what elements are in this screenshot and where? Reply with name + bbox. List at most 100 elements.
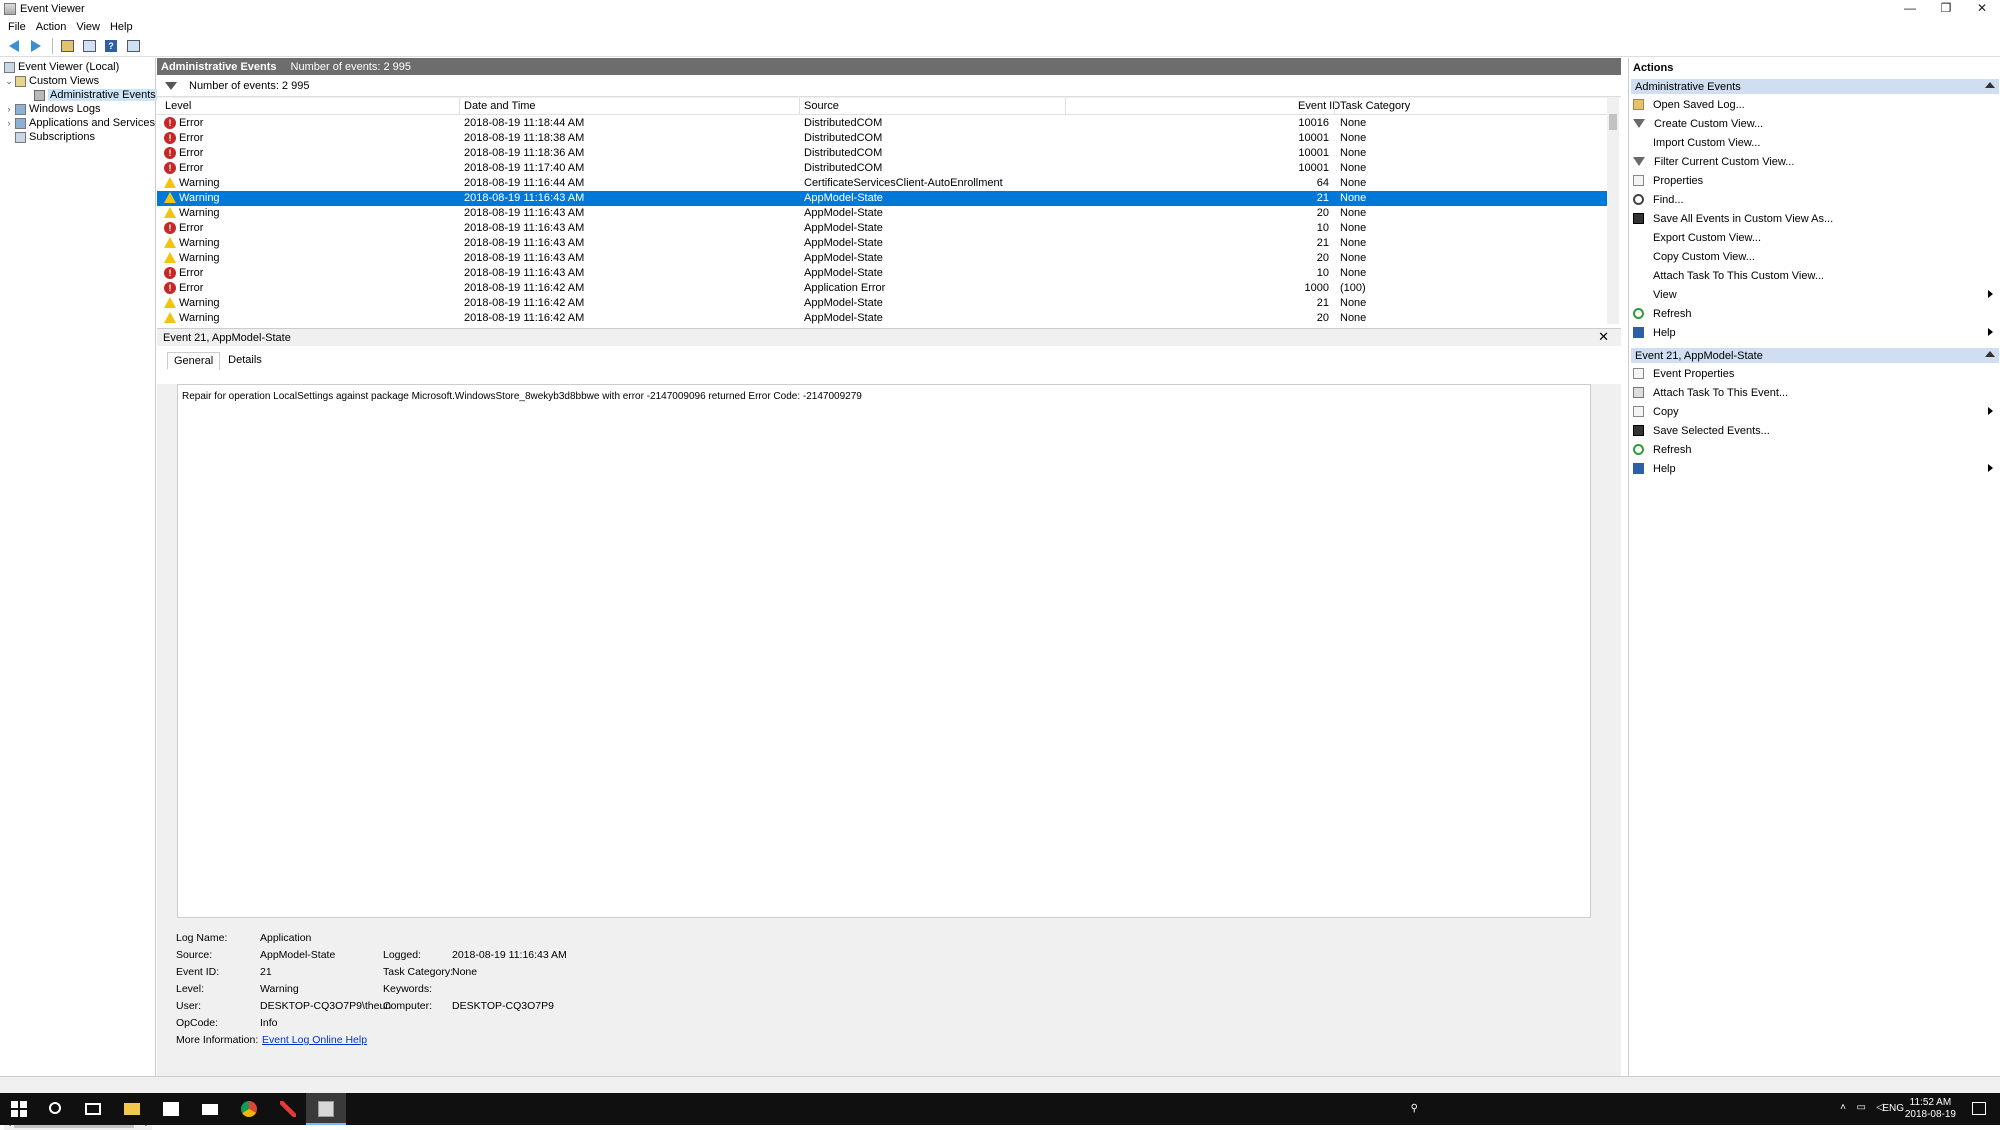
action-copy-custom-view[interactable]: Copy Custom View...: [1633, 248, 1997, 265]
restore-button[interactable]: ❐: [1928, 0, 1964, 18]
menu-help[interactable]: Help: [106, 21, 139, 33]
cell-datetime: 2018-08-19 11:16:42 AM: [464, 282, 585, 294]
col-header-date-time[interactable]: Date and Time: [464, 100, 536, 112]
action-refresh[interactable]: Refresh: [1633, 305, 1997, 322]
action-find[interactable]: Find...: [1633, 191, 1997, 208]
tree-item-subscriptions[interactable]: Subscriptions: [15, 130, 95, 144]
chrome-icon[interactable]: [241, 1101, 257, 1117]
table-row[interactable]: Warning 2018-08-19 11:16:43 AM AppModel-St…: [157, 251, 1607, 266]
table-row[interactable]: Warning 2018-08-19 11:16:42 AM AppModel-St…: [157, 311, 1607, 326]
tree-item-windows-logs[interactable]: › Windows Logs: [4, 102, 101, 116]
action-save-all-events-in-custom-view-as[interactable]: Save All Events in Custom View As...: [1633, 210, 1997, 227]
action-filter-current-custom-view[interactable]: Filter Current Custom View...: [1633, 153, 1997, 170]
table-row[interactable]: ! Error 2018-08-19 11:18:36 AM DistributedC…: [157, 146, 1607, 161]
action-export-custom-view[interactable]: Export Custom View...: [1633, 229, 1997, 246]
action-event-properties[interactable]: Event Properties: [1633, 365, 1997, 382]
col-header-task-category[interactable]: Task Category: [1340, 100, 1410, 112]
file-explorer-icon[interactable]: [124, 1103, 140, 1115]
mail-icon[interactable]: [202, 1104, 218, 1115]
table-row[interactable]: ! Error 2018-08-19 11:16:42 AM Application …: [157, 281, 1607, 296]
table-row[interactable]: Warning 2018-08-19 11:16:43 AM AppModel-St…: [157, 191, 1607, 206]
event-viewer-taskbar-icon[interactable]: [318, 1101, 334, 1117]
submenu-arrow-icon: [1988, 464, 1993, 472]
windows-start-icon[interactable]: [11, 1101, 27, 1117]
actions-pane: Actions Administrative Events Open Saved…: [1628, 58, 2000, 1076]
action-save-selected-events[interactable]: Save Selected Events...: [1633, 422, 1997, 439]
show-hide-tree-button[interactable]: [79, 37, 99, 55]
table-row[interactable]: Warning 2018-08-19 11:16:44 AM Certificate…: [157, 176, 1607, 191]
action-help[interactable]: Help: [1633, 460, 1997, 477]
action-open-saved-log[interactable]: Open Saved Log...: [1633, 96, 1997, 113]
cell-level: Error: [179, 117, 204, 129]
back-button[interactable]: [4, 37, 24, 55]
action-center-icon[interactable]: [1972, 1102, 1986, 1115]
action-attach-task-to-this-event[interactable]: Attach Task To This Event...: [1633, 384, 1997, 401]
show-action-pane-button[interactable]: [123, 37, 143, 55]
forward-button[interactable]: [26, 37, 46, 55]
action-attach-task-to-this-custom-view[interactable]: Attach Task To This Custom View...: [1633, 267, 1997, 284]
col-header-source[interactable]: Source: [804, 100, 839, 112]
source-label: Source:: [176, 949, 213, 961]
table-row[interactable]: Warning 2018-08-19 11:16:43 AM AppModel-St…: [157, 206, 1607, 221]
table-row[interactable]: ! Error 2018-08-19 11:18:44 AM DistributedC…: [157, 116, 1607, 131]
col-header-level[interactable]: Level: [165, 100, 191, 112]
action-view[interactable]: View: [1633, 286, 1997, 303]
actions-group-event[interactable]: Event 21, AppModel-State: [1631, 348, 1999, 363]
cell-task-category: (100): [1340, 282, 1366, 294]
clock[interactable]: 11:52 AM 2018-08-19: [1905, 1097, 1956, 1121]
task-view-icon[interactable]: [85, 1103, 101, 1115]
event-log-online-help-link[interactable]: Event Log Online Help: [262, 1034, 367, 1046]
action-label: Import Custom View...: [1653, 136, 1761, 149]
col-separator[interactable]: [1334, 98, 1335, 115]
action-refresh[interactable]: Refresh: [1633, 441, 1997, 458]
store-icon[interactable]: [163, 1102, 179, 1116]
table-row[interactable]: ! Error 2018-08-19 11:16:43 AM AppModel-Sta…: [157, 221, 1607, 236]
action-create-custom-view[interactable]: Create Custom View...: [1633, 115, 1997, 132]
collapsed-chevron-icon[interactable]: ›: [4, 118, 14, 128]
tab-details[interactable]: Details: [222, 352, 268, 370]
pen-app-icon[interactable]: [280, 1101, 296, 1117]
menu-view[interactable]: View: [72, 21, 106, 33]
table-row[interactable]: Warning 2018-08-19 11:16:42 AM AppModel-St…: [157, 296, 1607, 311]
col-separator[interactable]: [1065, 98, 1066, 115]
show-hidden-icons-icon[interactable]: ˄: [1840, 1102, 1846, 1113]
network-icon[interactable]: ▭: [1857, 1102, 1866, 1113]
event-description[interactable]: Repair for operation LocalSettings again…: [177, 384, 1591, 918]
action-copy[interactable]: Copy: [1633, 403, 1997, 420]
col-separator[interactable]: [459, 98, 460, 115]
minimize-button[interactable]: —: [1892, 0, 1928, 18]
tree-item-administrative-events[interactable]: Administrative Events: [34, 88, 158, 102]
cell-level: Error: [179, 267, 204, 279]
collapse-arrow-icon[interactable]: [1985, 82, 1995, 88]
collapse-arrow-icon[interactable]: [1985, 351, 1995, 357]
action-import-custom-view[interactable]: Import Custom View...: [1633, 134, 1997, 151]
cell-event-id: 10: [1316, 267, 1329, 279]
tree-item-applications-services-logs[interactable]: › Applications and Services Lo: [4, 116, 171, 130]
close-detail-icon[interactable]: ✕: [1598, 329, 1609, 345]
scroll-thumb[interactable]: [1609, 114, 1617, 130]
people-icon[interactable]: ⚲: [1411, 1103, 1418, 1114]
table-row[interactable]: Warning 2018-08-19 11:16:43 AM AppModel-St…: [157, 236, 1607, 251]
grid-vertical-scrollbar[interactable]: [1607, 98, 1619, 324]
cell-datetime: 2018-08-19 11:18:36 AM: [464, 147, 585, 159]
close-window-button[interactable]: ✕: [1964, 0, 2000, 18]
tree-item-event-viewer-local[interactable]: Event Viewer (Local): [4, 60, 119, 74]
collapsed-chevron-icon[interactable]: ›: [4, 104, 14, 114]
expanded-chevron-icon[interactable]: ⌄: [4, 76, 14, 87]
help-toolbar-button[interactable]: ?: [101, 37, 121, 55]
menu-action[interactable]: Action: [32, 21, 73, 33]
up-folder-button[interactable]: [57, 37, 77, 55]
table-row[interactable]: ! Error 2018-08-19 11:18:38 AM DistributedC…: [157, 131, 1607, 146]
menu-file[interactable]: File: [4, 21, 32, 33]
search-icon[interactable]: [49, 1102, 61, 1114]
action-help[interactable]: Help: [1633, 324, 1997, 341]
tree-item-custom-views[interactable]: ⌄ Custom Views: [4, 74, 99, 88]
table-row[interactable]: ! Error 2018-08-19 11:17:40 AM DistributedC…: [157, 161, 1607, 176]
col-separator[interactable]: [799, 98, 800, 115]
action-properties[interactable]: Properties: [1633, 172, 1997, 189]
actions-group-administrative-events[interactable]: Administrative Events: [1631, 79, 1999, 94]
tab-general[interactable]: General: [167, 352, 221, 370]
cell-source: AppModel-State: [804, 222, 883, 234]
table-row[interactable]: ! Error 2018-08-19 11:16:43 AM AppModel-Sta…: [157, 266, 1607, 281]
language-indicator[interactable]: ENG: [1882, 1103, 1904, 1114]
